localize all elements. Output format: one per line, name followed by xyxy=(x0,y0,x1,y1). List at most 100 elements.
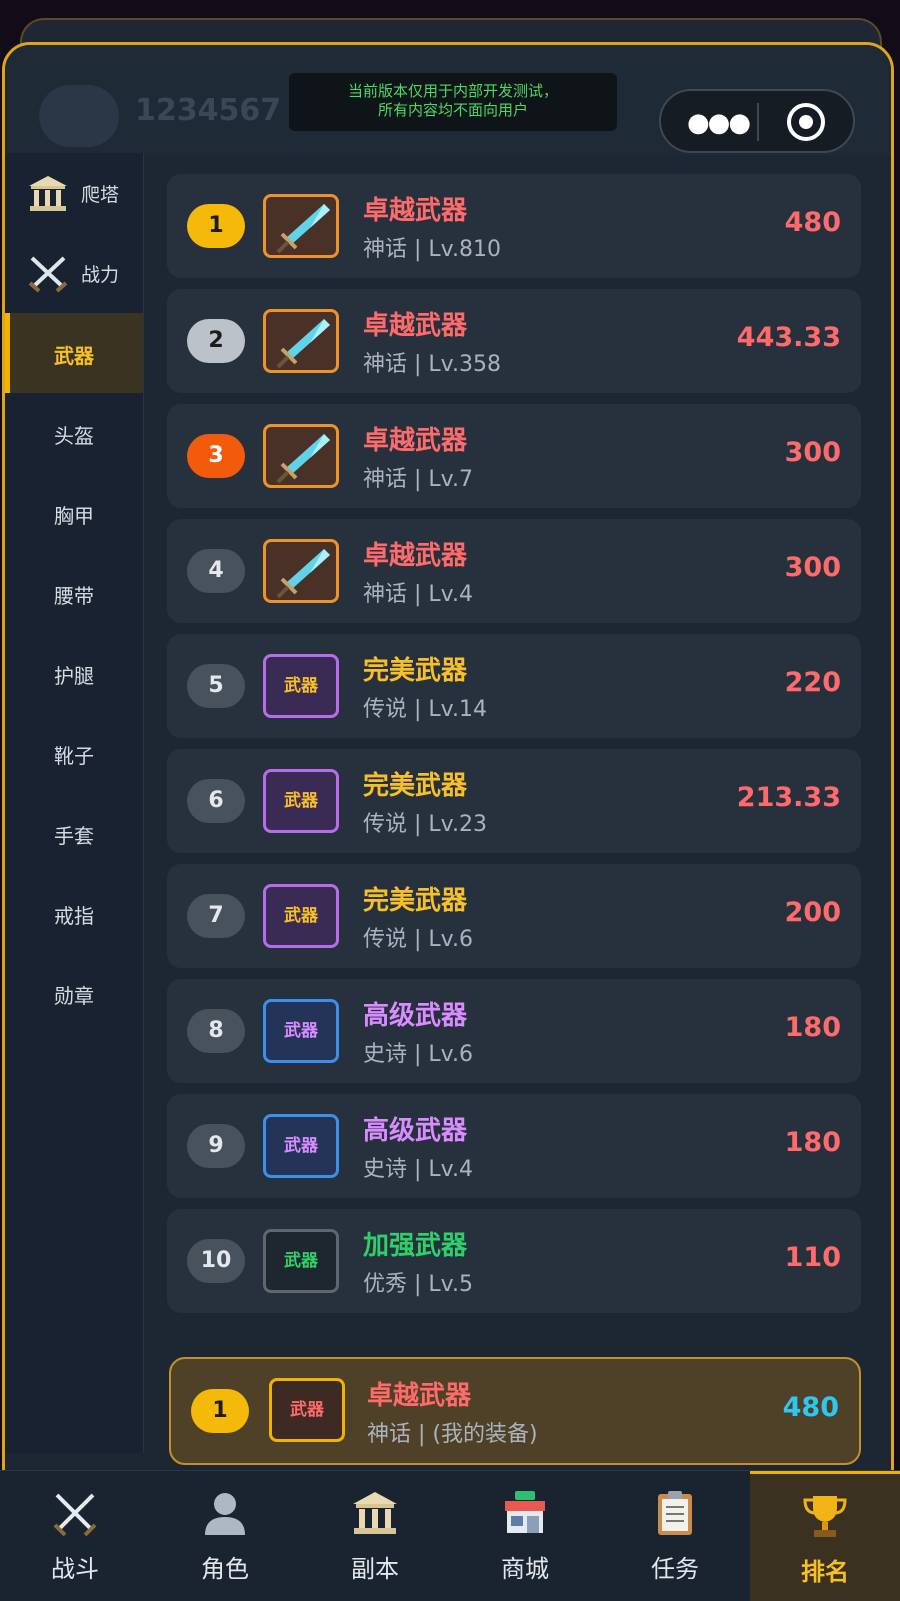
sidebar-item-helmet[interactable]: 头盔 xyxy=(5,393,143,473)
tab-label: 角色 xyxy=(201,1555,249,1583)
item-score: 200 xyxy=(784,897,841,928)
miniprogram-capsule: ●●● xyxy=(659,89,855,153)
rank-badge: 8 xyxy=(187,1009,245,1053)
rank-badge: 3 xyxy=(187,434,245,478)
sword-icon xyxy=(263,194,339,258)
background-player-id: 1234567 xyxy=(135,93,282,128)
tab-dungeon[interactable]: 副本 xyxy=(300,1471,450,1601)
weapon-item-icon: 武器 xyxy=(269,1378,345,1442)
weapon-item-icon: 武器 xyxy=(263,884,339,948)
dev-notice-line1: 当前版本仅用于内部开发测试， xyxy=(347,82,558,100)
item-tier-level: 神话 | Lv.7 xyxy=(363,467,473,492)
weapon-item-icon: 武器 xyxy=(263,769,339,833)
item-score: 300 xyxy=(784,552,841,583)
weapon-item-icon: 武器 xyxy=(263,654,339,718)
ranking-row[interactable]: 7 武器 完美武器 传说 | Lv.6 200 xyxy=(167,864,861,968)
item-name: 高级武器 xyxy=(363,1001,468,1031)
tab-character[interactable]: 角色 xyxy=(150,1471,300,1601)
rank-badge: 4 xyxy=(187,549,245,593)
item-tier-level: 传说 | Lv.23 xyxy=(363,812,487,837)
tab-label: 任务 xyxy=(651,1555,699,1583)
sidebar-item-boots[interactable]: 靴子 xyxy=(5,713,143,793)
sidebar-item-label: 爬塔 xyxy=(81,184,120,206)
store-icon xyxy=(505,1491,545,1533)
item-tier-level: 优秀 | Lv.5 xyxy=(363,1272,473,1297)
item-name: 加强武器 xyxy=(363,1231,468,1261)
item-name: 卓越武器 xyxy=(363,541,468,571)
rank-badge: 10 xyxy=(187,1239,245,1283)
ranking-row[interactable]: 3 卓越武器 神话 | Lv.7 300 xyxy=(167,404,861,508)
item-tier-level: 史诗 | Lv.4 xyxy=(363,1157,473,1182)
item-name: 完美武器 xyxy=(363,886,468,916)
weapon-item-icon: 武器 xyxy=(263,1114,339,1178)
category-sidebar: 爬塔 战力 武器 头盔 胸甲 腰带 护腿 靴子 手套 戒指 勋章 xyxy=(5,153,144,1453)
tab-ranking[interactable]: 排名 xyxy=(750,1471,900,1601)
sidebar-item-tower[interactable]: 爬塔 xyxy=(5,153,143,233)
sidebar-item-gloves[interactable]: 手套 xyxy=(5,793,143,873)
dev-notice-line2: 所有内容均不面向用户 xyxy=(377,101,528,119)
sidebar-item-belt[interactable]: 腰带 xyxy=(5,553,143,633)
sidebar-item-label: 武器 xyxy=(54,344,94,368)
temple-icon xyxy=(29,176,67,211)
ranking-row[interactable]: 5 武器 完美武器 传说 | Lv.14 220 xyxy=(167,634,861,738)
tab-missions[interactable]: 任务 xyxy=(600,1471,750,1601)
ranking-row[interactable]: 6 武器 完美武器 传说 | Lv.23 213.33 xyxy=(167,749,861,853)
sword-icon xyxy=(263,309,339,373)
item-name: 卓越武器 xyxy=(367,1381,472,1411)
item-score: 110 xyxy=(784,1242,841,1273)
tab-label: 战斗 xyxy=(51,1555,99,1583)
item-name: 完美武器 xyxy=(363,656,468,686)
capsule-divider xyxy=(757,103,759,141)
item-score: 180 xyxy=(784,1127,841,1158)
rank-badge: 1 xyxy=(187,204,245,248)
item-tier-level: 传说 | Lv.14 xyxy=(363,697,487,722)
item-score: 220 xyxy=(784,667,841,698)
rank-badge: 7 xyxy=(187,894,245,938)
sidebar-item-label: 护腿 xyxy=(54,664,94,688)
sidebar-item-label: 胸甲 xyxy=(54,504,94,528)
item-tier-level: 传说 | Lv.6 xyxy=(363,927,473,952)
sidebar-item-label: 腰带 xyxy=(54,584,94,608)
sidebar-item-label: 头盔 xyxy=(54,424,94,448)
crossed-swords-icon xyxy=(28,256,68,293)
ranking-row[interactable]: 9 武器 高级武器 史诗 | Lv.4 180 xyxy=(167,1094,861,1198)
sidebar-item-medal[interactable]: 勋章 xyxy=(5,953,143,1033)
item-tier-level: 神话 | Lv.810 xyxy=(363,237,501,262)
ranking-row[interactable]: 8 武器 高级武器 史诗 | Lv.6 180 xyxy=(167,979,861,1083)
sidebar-item-legs[interactable]: 护腿 xyxy=(5,633,143,713)
item-score: 300 xyxy=(784,437,841,468)
item-tier-level: 神话 | (我的装备) xyxy=(367,1422,538,1447)
person-icon xyxy=(205,1493,245,1535)
rank-badge: 1 xyxy=(191,1389,249,1433)
item-score: 180 xyxy=(784,1012,841,1043)
ranking-row[interactable]: 2 卓越武器 神话 | Lv.358 443.33 xyxy=(167,289,861,393)
sidebar-item-label: 靴子 xyxy=(54,744,94,768)
dev-notice-banner: 当前版本仅用于内部开发测试， 所有内容均不面向用户 xyxy=(289,73,617,131)
weapon-item-icon: 武器 xyxy=(263,1229,339,1293)
item-score: 480 xyxy=(782,1392,839,1423)
ranking-row[interactable]: 4 卓越武器 神话 | Lv.4 300 xyxy=(167,519,861,623)
rank-badge: 5 xyxy=(187,664,245,708)
item-name: 卓越武器 xyxy=(363,426,468,456)
item-name: 高级武器 xyxy=(363,1116,468,1146)
sidebar-item-label: 手套 xyxy=(54,824,94,848)
sidebar-item-weapon[interactable]: 武器 xyxy=(5,313,143,393)
tab-battle[interactable]: 战斗 xyxy=(0,1471,150,1601)
more-dots-icon[interactable]: ●●● xyxy=(687,108,751,138)
sidebar-item-power[interactable]: 战力 xyxy=(5,233,143,313)
tab-label: 排名 xyxy=(801,1558,849,1586)
target-icon[interactable] xyxy=(787,103,825,141)
my-equipment-row[interactable]: 1 武器 卓越武器 神话 | (我的装备) 480 xyxy=(169,1357,861,1465)
tab-store[interactable]: 商城 xyxy=(450,1471,600,1601)
item-score: 480 xyxy=(784,207,841,238)
sidebar-item-ring[interactable]: 戒指 xyxy=(5,873,143,953)
ranking-row[interactable]: 10 武器 加强武器 优秀 | Lv.5 110 xyxy=(167,1209,861,1313)
item-score: 443.33 xyxy=(736,322,841,353)
sidebar-item-chest[interactable]: 胸甲 xyxy=(5,473,143,553)
tab-label: 副本 xyxy=(351,1555,399,1583)
ranking-row[interactable]: 1 卓越武器 神话 | Lv.810 480 xyxy=(167,174,861,278)
rank-badge: 6 xyxy=(187,779,245,823)
sword-icon xyxy=(263,424,339,488)
item-tier-level: 神话 | Lv.4 xyxy=(363,582,473,607)
rank-badge: 9 xyxy=(187,1124,245,1168)
